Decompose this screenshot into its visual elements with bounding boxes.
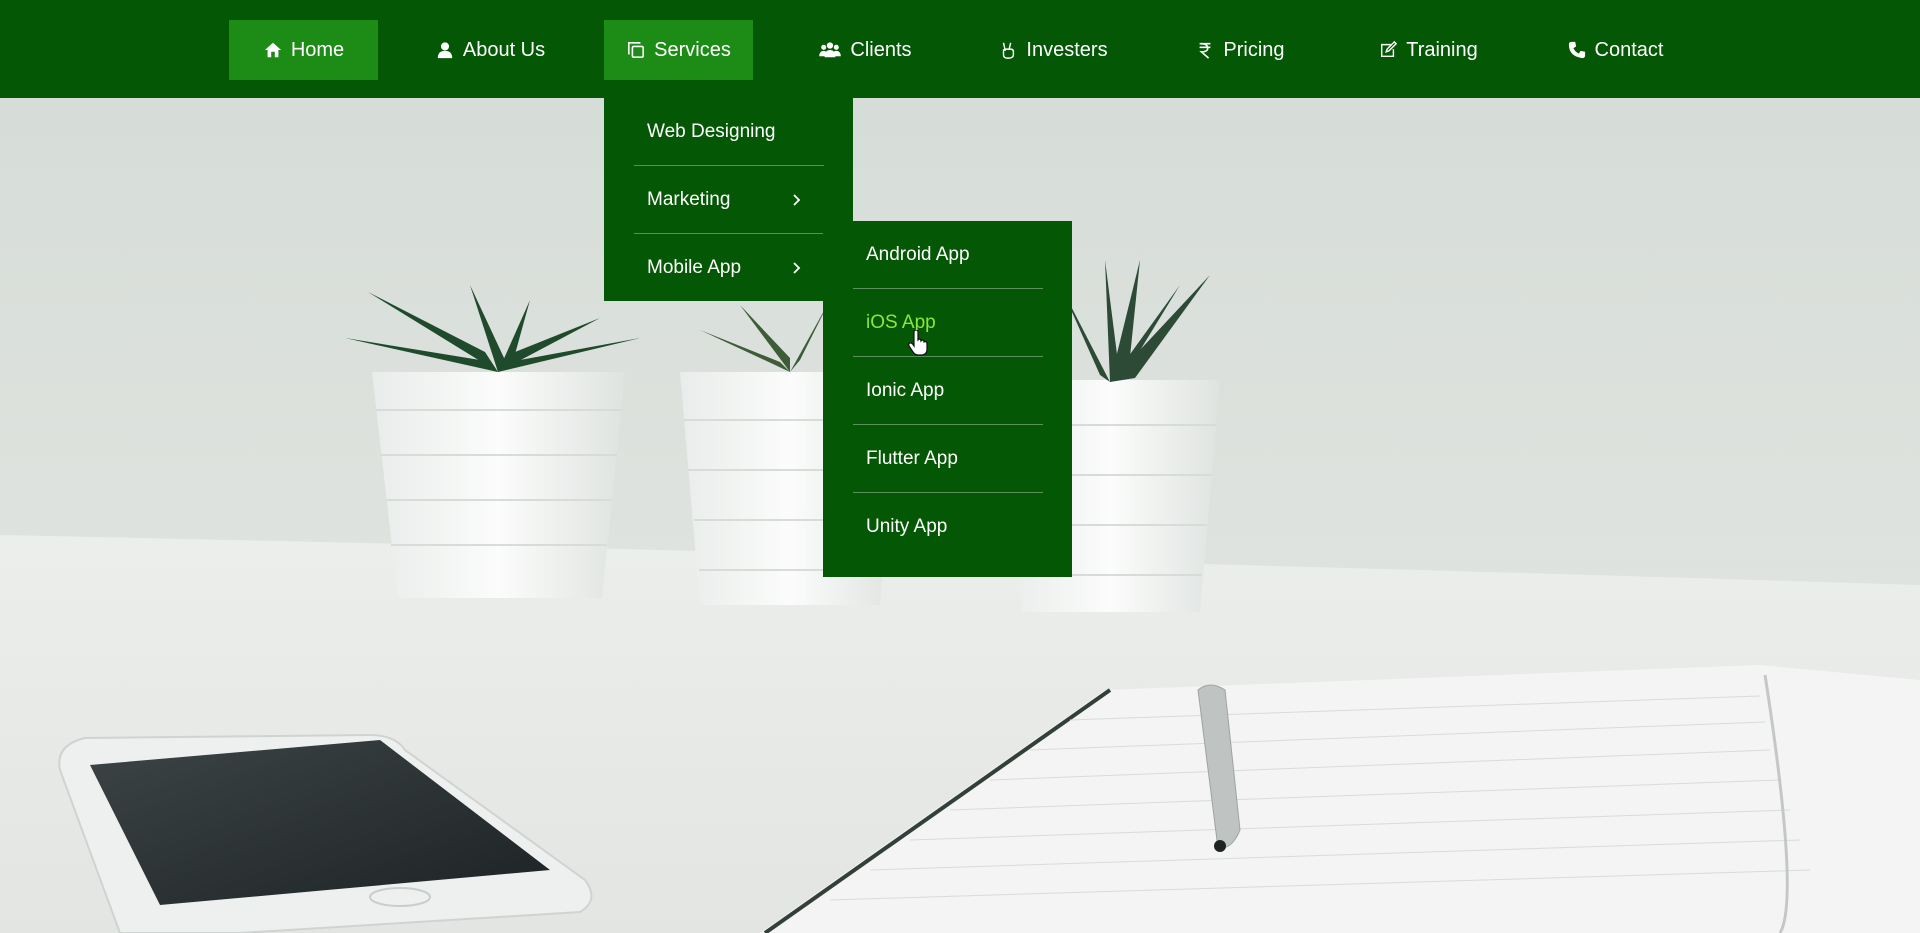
rupee-icon — [1195, 40, 1215, 60]
menu-item-marketing[interactable]: Marketing — [634, 166, 824, 234]
menu-label: Marketing — [647, 189, 731, 210]
nav-training[interactable]: Training — [1372, 20, 1484, 80]
nav-home[interactable]: Home — [229, 20, 378, 80]
menu-label: Flutter App — [866, 448, 958, 469]
edit-icon — [1378, 40, 1398, 60]
chevron-right-icon — [793, 262, 801, 274]
phone-icon — [1567, 40, 1587, 60]
nav-label-clients: Clients — [850, 38, 912, 61]
nav-services[interactable]: Services — [604, 20, 753, 80]
hand-pointer-cursor-icon — [908, 330, 928, 356]
users-icon — [818, 40, 842, 60]
services-dropdown: Web Designing Marketing Mobile App — [604, 98, 853, 301]
nav-label-contact: Contact — [1594, 38, 1664, 61]
nav-pricing[interactable]: Pricing — [1190, 20, 1290, 80]
chevron-right-icon — [793, 194, 801, 206]
submenu-item-android-app[interactable]: Android App — [853, 221, 1043, 289]
nav-label-training: Training — [1406, 38, 1478, 61]
copy-icon — [626, 40, 646, 60]
home-icon — [263, 40, 283, 60]
user-icon — [435, 40, 455, 60]
submenu-item-ionic-app[interactable]: Ionic App — [853, 357, 1043, 425]
peace-hand-icon — [998, 40, 1018, 60]
nav-investers[interactable]: Investers — [993, 20, 1113, 80]
submenu-item-unity-app[interactable]: Unity App — [853, 493, 1043, 561]
nav-label-about-us: About Us — [462, 38, 546, 61]
menu-item-mobile-app[interactable]: Mobile App — [634, 234, 824, 302]
menu-label: Web Designing — [647, 121, 776, 142]
menu-label: Ionic App — [866, 380, 945, 401]
menu-item-web-designing[interactable]: Web Designing — [634, 98, 824, 166]
nav-label-investers: Investers — [1026, 38, 1108, 61]
nav-label-home: Home — [290, 38, 345, 61]
mobile-app-submenu: Android App iOS App Ionic App Flutter Ap… — [823, 221, 1072, 577]
nav-contact[interactable]: Contact — [1562, 20, 1668, 80]
menu-label: Android App — [866, 244, 970, 265]
nav-about-us[interactable]: About Us — [420, 20, 560, 80]
menu-label: Unity App — [866, 516, 948, 537]
nav-label-services: Services — [654, 38, 731, 61]
submenu-item-flutter-app[interactable]: Flutter App — [853, 425, 1043, 493]
nav-label-pricing: Pricing — [1223, 38, 1285, 61]
main-navbar: Home About Us Services Clients Investers… — [0, 0, 1920, 98]
nav-clients[interactable]: Clients — [805, 20, 925, 80]
submenu-item-ios-app[interactable]: iOS App — [853, 289, 1043, 357]
menu-label: Mobile App — [647, 257, 742, 278]
